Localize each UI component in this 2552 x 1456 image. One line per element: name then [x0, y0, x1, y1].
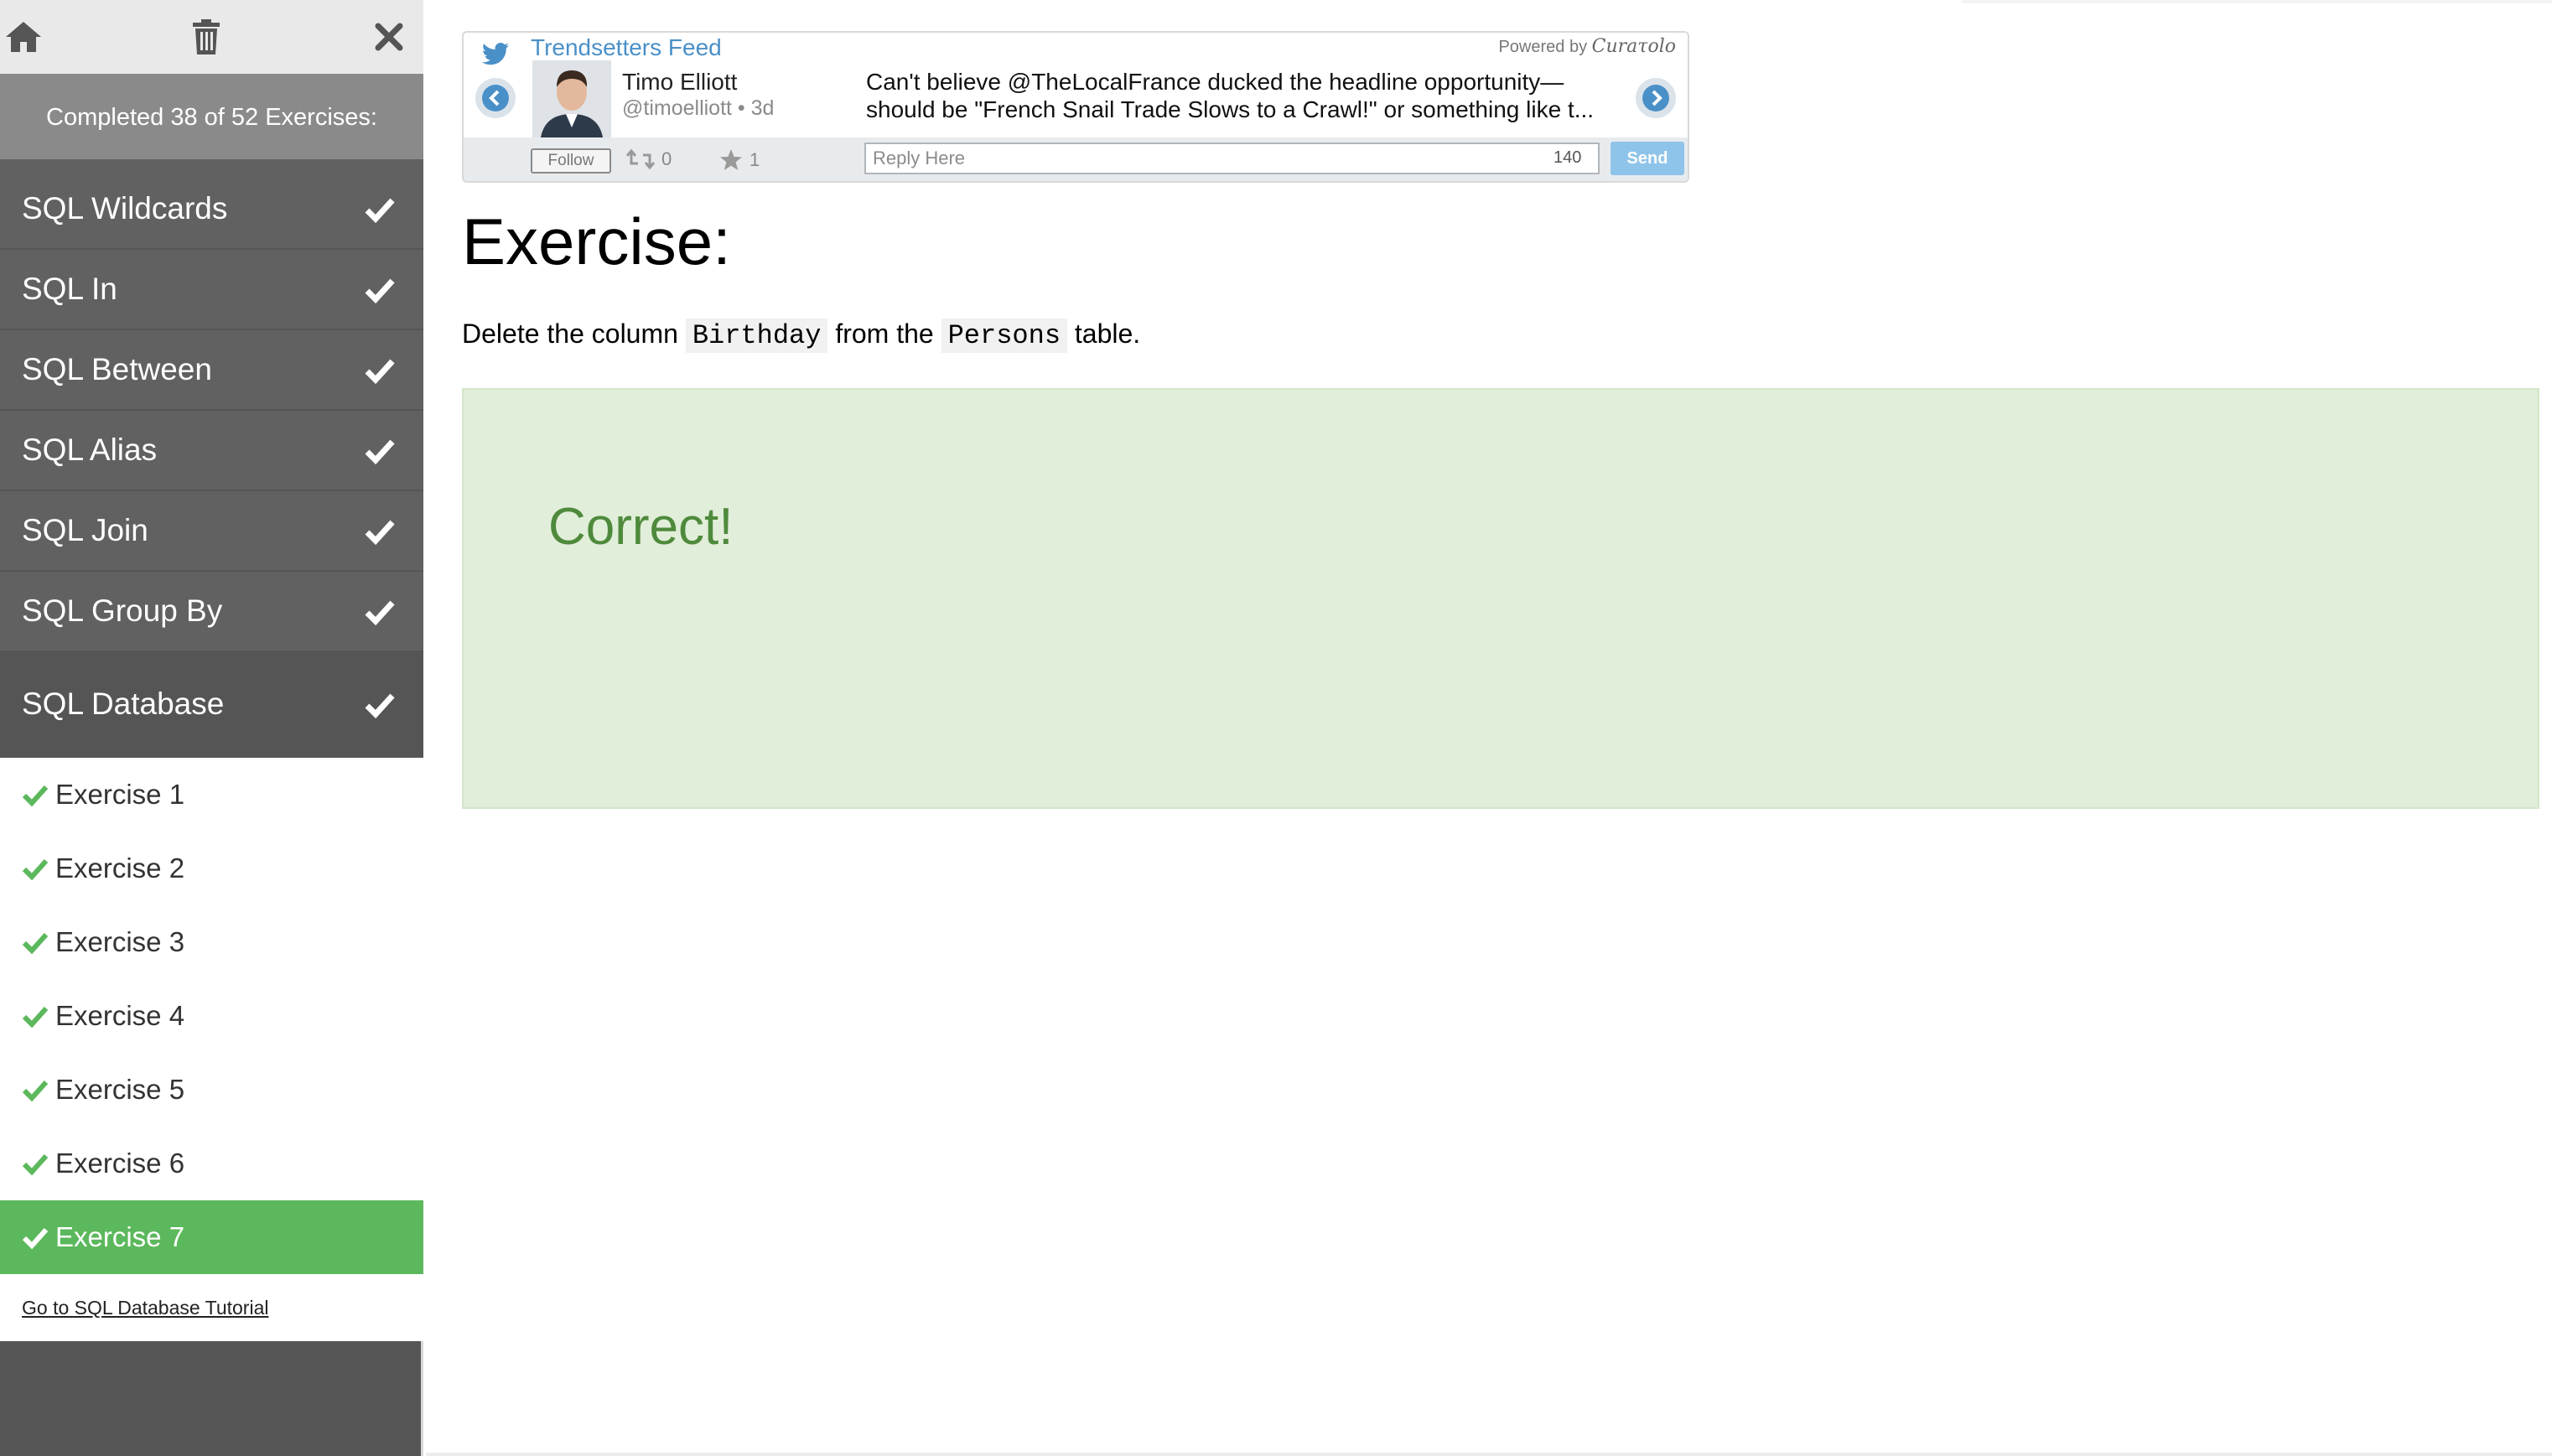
- check-icon: [365, 359, 395, 385]
- tweet-text-line-1: Can't believe @TheLocalFrance ducked the…: [866, 69, 1564, 95]
- exercise-label: Exercise 3: [55, 926, 185, 957]
- check-icon: [365, 439, 395, 465]
- check-icon: [22, 932, 49, 955]
- result-message: Correct!: [548, 498, 734, 556]
- check-icon: [22, 1006, 49, 1029]
- home-icon[interactable]: [0, 13, 47, 60]
- check-icon: [22, 858, 49, 881]
- exercise-item-1[interactable]: Exercise 1: [0, 758, 423, 832]
- powered-by-label: Powered by Curaτοlο: [1498, 36, 1676, 57]
- tweet-text-line-2: should be "French Snail Trade Slows to a…: [866, 96, 1595, 122]
- star-icon: [720, 149, 742, 170]
- follow-button[interactable]: Follow: [531, 148, 611, 174]
- twitter-feed-widget: Trendsetters Feed Powered by Curaτοlο Ti…: [462, 31, 1689, 183]
- exercise-item-2[interactable]: Exercise 2: [0, 832, 423, 905]
- exercise-label: Exercise 6: [55, 1148, 185, 1179]
- tweet-author-name[interactable]: Timo Elliott: [622, 69, 737, 96]
- feed-title[interactable]: Trendsetters Feed: [531, 34, 722, 61]
- exercise-item-3[interactable]: Exercise 3: [0, 905, 423, 979]
- retweet-icon: [626, 148, 655, 170]
- category-label: SQL Join: [22, 513, 148, 547]
- page-title: Exercise:: [462, 205, 731, 278]
- category-sql-in[interactable]: SQL In: [0, 250, 423, 330]
- trash-icon[interactable]: [183, 13, 230, 60]
- category-label: SQL Alias: [22, 433, 158, 467]
- user-avatar[interactable]: [532, 60, 611, 137]
- check-icon: [365, 520, 395, 546]
- favorite-count: 1: [750, 149, 760, 170]
- check-icon: [22, 1153, 49, 1176]
- exercise-item-5[interactable]: Exercise 5: [0, 1053, 423, 1127]
- bottom-scroll-edge: [426, 1453, 2552, 1456]
- check-icon: [22, 1227, 49, 1250]
- retweet-count: 0: [661, 148, 672, 169]
- send-button[interactable]: Send: [1611, 142, 1684, 175]
- check-icon: [22, 1080, 49, 1102]
- exercise-label: Exercise 2: [55, 852, 185, 883]
- favorite-button[interactable]: 1: [719, 148, 760, 172]
- retweet-button[interactable]: 0: [626, 148, 672, 170]
- description-text: from the: [835, 319, 934, 349]
- close-icon[interactable]: [366, 13, 412, 60]
- exercise-item-6[interactable]: Exercise 6: [0, 1127, 423, 1200]
- top-edge-shadow: [1962, 0, 2552, 3]
- sidebar: Completed 38 of 52 Exercises: SQL Wildca…: [0, 0, 423, 1456]
- category-sql-join[interactable]: SQL Join: [0, 491, 423, 572]
- next-tweet-button[interactable]: [1636, 78, 1676, 118]
- powered-by-text: Powered by: [1498, 38, 1588, 56]
- tweet-author-handle[interactable]: @timoelliott • 3d: [622, 96, 774, 121]
- category-sql-wildcards[interactable]: SQL Wildcards: [0, 169, 423, 250]
- category-label: SQL Wildcards: [22, 191, 228, 225]
- result-panel: Correct!: [462, 388, 2539, 809]
- category-label: SQL Between: [22, 352, 212, 386]
- code-column-name: Birthday: [685, 319, 828, 353]
- check-icon: [365, 278, 395, 304]
- tweet-text: Can't believe @TheLocalFrance ducked the…: [866, 68, 1604, 123]
- category-label: SQL In: [22, 272, 117, 306]
- check-icon: [365, 600, 395, 626]
- category-sql-database[interactable]: SQL Database: [0, 652, 423, 758]
- code-table-name: Persons: [941, 319, 1068, 353]
- description-text: Delete the column: [462, 319, 678, 349]
- exercise-item-7[interactable]: Exercise 7: [0, 1200, 423, 1274]
- brand-logo-text: Curaτοlο: [1591, 36, 1676, 57]
- character-count: 140: [1554, 148, 1582, 167]
- check-icon: [365, 198, 395, 224]
- exercise-label: Exercise 5: [55, 1074, 185, 1105]
- previous-category-peek: [0, 159, 423, 169]
- chevron-right-icon: [1642, 85, 1669, 111]
- previous-tweet-button[interactable]: [475, 78, 516, 118]
- exercise-label: Exercise 4: [55, 1000, 185, 1031]
- chevron-left-icon: [482, 85, 509, 111]
- exercise-description: Delete the column Birthday from the Pers…: [462, 319, 1141, 353]
- description-text: table.: [1074, 319, 1141, 349]
- check-icon: [365, 693, 395, 719]
- category-sql-group-by[interactable]: SQL Group By: [0, 572, 423, 652]
- completed-progress-text: Completed 38 of 52 Exercises:: [0, 74, 423, 161]
- exercise-list: Exercise 1 Exercise 2 Exercise 3 Exercis…: [0, 758, 423, 1341]
- category-sql-alias[interactable]: SQL Alias: [0, 411, 423, 491]
- sidebar-toolbar: [0, 0, 423, 74]
- exercise-label: Exercise 7: [55, 1221, 185, 1252]
- reply-input[interactable]: [864, 142, 1600, 174]
- check-icon: [22, 785, 49, 807]
- twitter-bird-icon: [482, 43, 509, 65]
- category-label: SQL Group By: [22, 593, 223, 628]
- tutorial-link[interactable]: Go to SQL Database Tutorial: [0, 1274, 423, 1341]
- exercise-label: Exercise 1: [55, 779, 185, 810]
- category-label: SQL Database: [22, 687, 225, 721]
- category-sql-between[interactable]: SQL Between: [0, 330, 423, 411]
- exercise-item-4[interactable]: Exercise 4: [0, 979, 423, 1053]
